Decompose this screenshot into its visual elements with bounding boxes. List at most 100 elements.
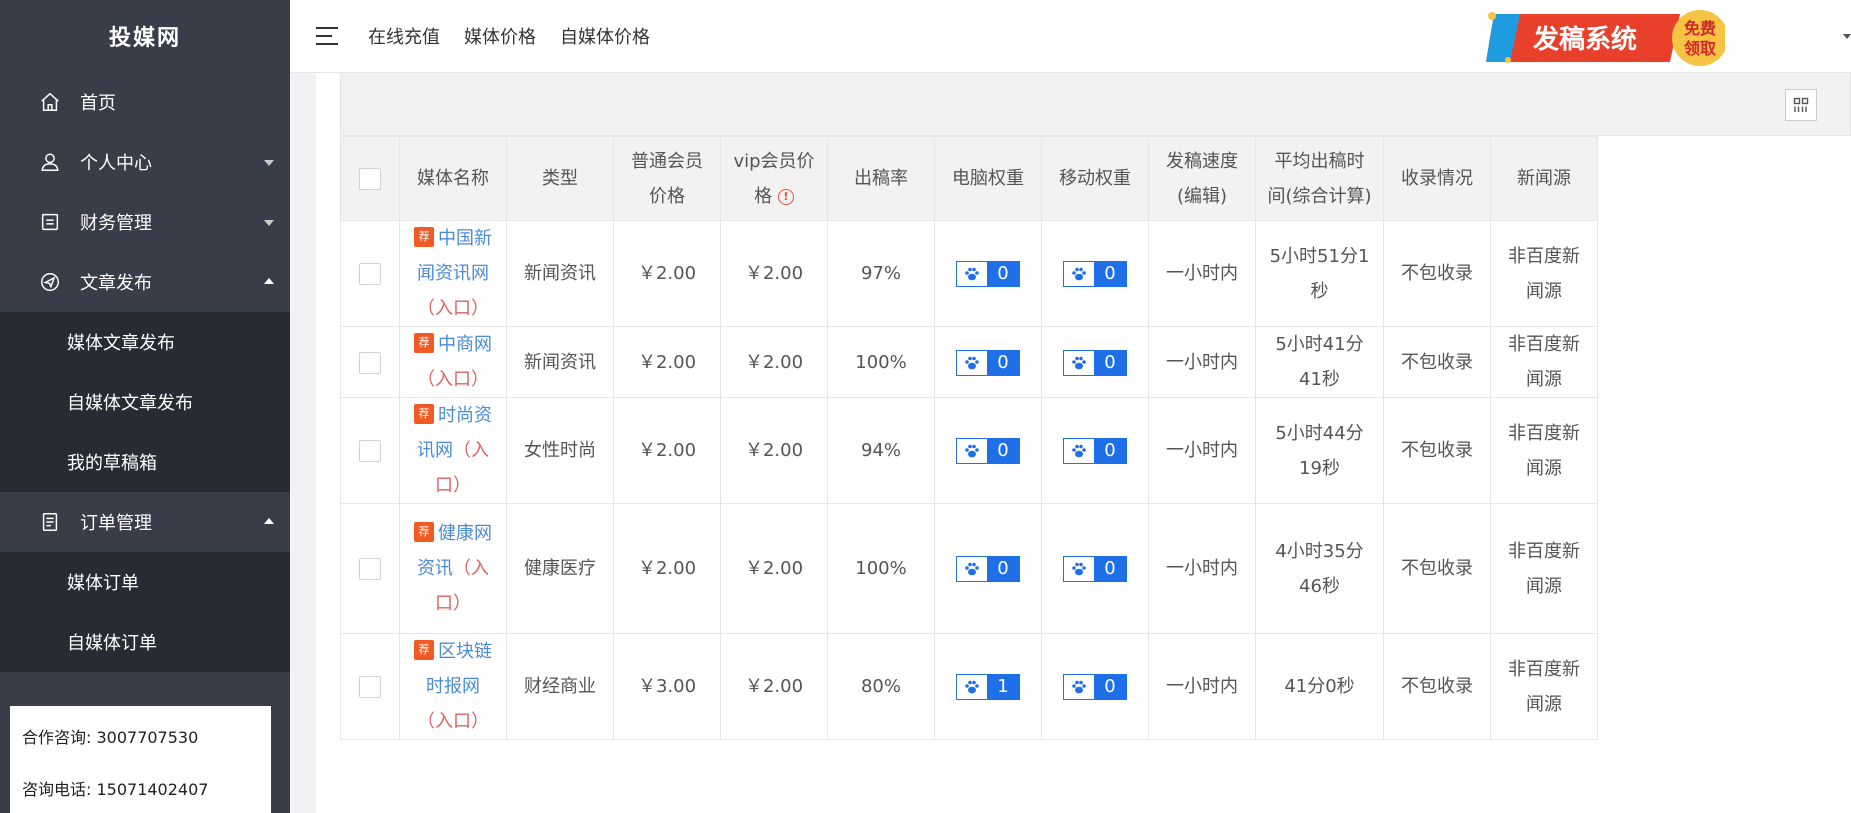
column-filter-button[interactable] — [1785, 89, 1817, 121]
paw-icon — [965, 356, 979, 369]
speed-cell: 一小时内 — [1148, 220, 1256, 327]
baidu-weight-badge: 1 — [956, 674, 1020, 700]
sidebar-item-home[interactable]: 首页 — [0, 72, 290, 132]
send-icon — [38, 270, 62, 294]
order-submenu: 媒体订单 自媒体订单 — [0, 552, 290, 672]
news-source-cell: 非百度新闻源 — [1490, 326, 1598, 398]
ledger-icon — [38, 210, 62, 234]
pc-weight-value: 1 — [987, 675, 1019, 699]
mobile-weight-value: 0 — [1094, 439, 1126, 463]
chevron-down-icon[interactable] — [1843, 34, 1851, 39]
paw-icon — [1064, 557, 1094, 581]
entry-link[interactable]: （入口） — [417, 298, 489, 319]
row-select-cell[interactable] — [340, 503, 400, 634]
sidebar-item-media-article[interactable]: 媒体文章发布 — [0, 312, 290, 372]
col-mobile-weight: 移动权重 — [1041, 136, 1149, 221]
nav-link-self-media-price[interactable]: 自媒体价格 — [560, 23, 650, 49]
mobile-weight-cell: 0 — [1041, 326, 1149, 398]
col-speed: 发稿速度(编辑) — [1148, 136, 1256, 221]
col-news-source: 新闻源 — [1490, 136, 1598, 221]
col-type: 类型 — [506, 136, 614, 221]
chevron-down-icon — [264, 220, 274, 226]
paw-icon — [1072, 680, 1086, 694]
vip-price-cell: ￥2.00 — [720, 503, 828, 634]
media-name-cell: 荐中商网 （入口） — [399, 326, 507, 398]
row-select-cell[interactable] — [340, 633, 400, 740]
nav-link-recharge[interactable]: 在线充值 — [368, 23, 440, 49]
info-icon[interactable]: ! — [777, 188, 794, 205]
select-all-checkbox[interactable] — [359, 168, 381, 190]
top-header: 在线充值 媒体价格 自媒体价格 发稿系统 免费 领取 — [290, 0, 1851, 73]
sidebar-item-order-management[interactable]: 订单管理 — [0, 492, 290, 552]
paw-icon — [965, 562, 979, 576]
row-checkbox[interactable] — [359, 263, 381, 285]
indexing-cell: 不包收录 — [1383, 397, 1491, 504]
sidebar-item-self-media-orders[interactable]: 自媒体订单 — [0, 612, 290, 672]
row-select-cell[interactable] — [340, 397, 400, 504]
sidebar-item-media-orders[interactable]: 媒体订单 — [0, 552, 290, 612]
paw-icon — [957, 439, 987, 463]
avg-time-cell: 5小时41分41秒 — [1255, 326, 1384, 398]
sidebar-item-drafts[interactable]: 我的草稿箱 — [0, 432, 290, 492]
entry-link[interactable]: （入口） — [417, 711, 489, 732]
col-vip-price-label: vip会员价格 — [733, 150, 815, 207]
media-name-link[interactable]: 区块链时报网 — [426, 641, 492, 697]
row-select-cell[interactable] — [340, 326, 400, 398]
select-all-cell[interactable] — [340, 136, 400, 221]
speed-cell: 一小时内 — [1148, 503, 1256, 634]
row-checkbox[interactable] — [359, 558, 381, 580]
baidu-weight-badge: 0 — [1063, 556, 1127, 582]
mobile-weight-cell: 0 — [1041, 220, 1149, 327]
normal-price-cell: ￥2.00 — [613, 220, 721, 327]
pc-weight-value: 0 — [987, 557, 1019, 581]
paw-icon — [1064, 262, 1094, 286]
paw-icon — [1064, 439, 1094, 463]
sidebar-item-label: 个人中心 — [80, 153, 152, 174]
row-checkbox[interactable] — [359, 351, 381, 374]
recommend-badge: 荐 — [414, 227, 434, 247]
contact-box: 合作咨询: 3007707530 咨询电话: 15071402407 — [10, 706, 271, 813]
table-row: 荐中商网（入口） 新闻资讯 ￥2.00 ￥2.00 100% 0 0 一小时内 5小时41分41… — [340, 326, 1598, 398]
recommend-badge: 荐 — [414, 404, 434, 424]
baidu-weight-badge: 0 — [1063, 349, 1127, 376]
pc-weight-value: 0 — [987, 439, 1019, 463]
sidebar-item-article-publish[interactable]: 文章发布 — [0, 252, 290, 312]
speed-cell: 一小时内 — [1148, 326, 1256, 398]
news-source-cell: 非百度新闻源 — [1490, 397, 1598, 504]
rate-cell: 100% — [827, 326, 935, 398]
paw-icon — [1072, 267, 1086, 281]
sidebar-item-label: 订单管理 — [80, 513, 152, 534]
media-name-link[interactable]: 中商网 — [438, 334, 492, 355]
type-cell: 财经商业 — [506, 633, 614, 740]
col-media-name: 媒体名称 — [399, 136, 507, 221]
banner-badge-line2: 领取 — [1684, 39, 1716, 58]
recommend-badge: 荐 — [414, 522, 434, 542]
user-icon — [38, 150, 62, 174]
avg-time-cell: 4小时35分46秒 — [1255, 503, 1384, 634]
news-source-cell: 非百度新闻源 — [1490, 503, 1598, 634]
entry-link[interactable]: （入口） — [417, 369, 489, 390]
cooperation-contact: 合作咨询: 3007707530 — [22, 728, 199, 747]
row-checkbox[interactable] — [359, 440, 381, 462]
content-panel: 媒体名称 类型 普通会员价格 vip会员价格 ! 出稿率 电脑权重 移动权重 发… — [316, 73, 1851, 813]
sidebar-item-finance[interactable]: 财务管理 — [0, 192, 290, 252]
promo-banner[interactable]: 发稿系统 免费 领取 — [1480, 6, 1728, 68]
sidebar-item-label: 首页 — [80, 93, 116, 114]
chevron-up-icon — [264, 278, 274, 284]
col-avg-time: 平均出稿时间(综合计算) — [1255, 136, 1384, 221]
menu-toggle-icon[interactable] — [316, 21, 338, 51]
normal-price-cell: ￥3.00 — [613, 633, 721, 740]
sidebar-item-self-media-article[interactable]: 自媒体文章发布 — [0, 372, 290, 432]
nav-link-media-price[interactable]: 媒体价格 — [464, 23, 536, 49]
baidu-weight-badge: 0 — [1063, 261, 1127, 287]
banner-title: 发稿系统 — [1532, 24, 1637, 55]
media-name-cell: 荐区块链时报网 （入口） — [399, 633, 507, 740]
article-submenu: 媒体文章发布 自媒体文章发布 我的草稿箱 — [0, 312, 290, 492]
row-checkbox[interactable] — [359, 676, 381, 698]
type-cell: 女性时尚 — [506, 397, 614, 504]
sidebar-item-personal-center[interactable]: 个人中心 — [0, 132, 290, 192]
rate-cell: 97% — [827, 220, 935, 327]
row-select-cell[interactable] — [340, 220, 400, 327]
table-row: 荐时尚资讯网（入口） 女性时尚 ￥2.00 ￥2.00 94% 0 0 一小时内 5小时44分1… — [340, 397, 1598, 504]
mobile-weight-value: 0 — [1094, 675, 1126, 699]
